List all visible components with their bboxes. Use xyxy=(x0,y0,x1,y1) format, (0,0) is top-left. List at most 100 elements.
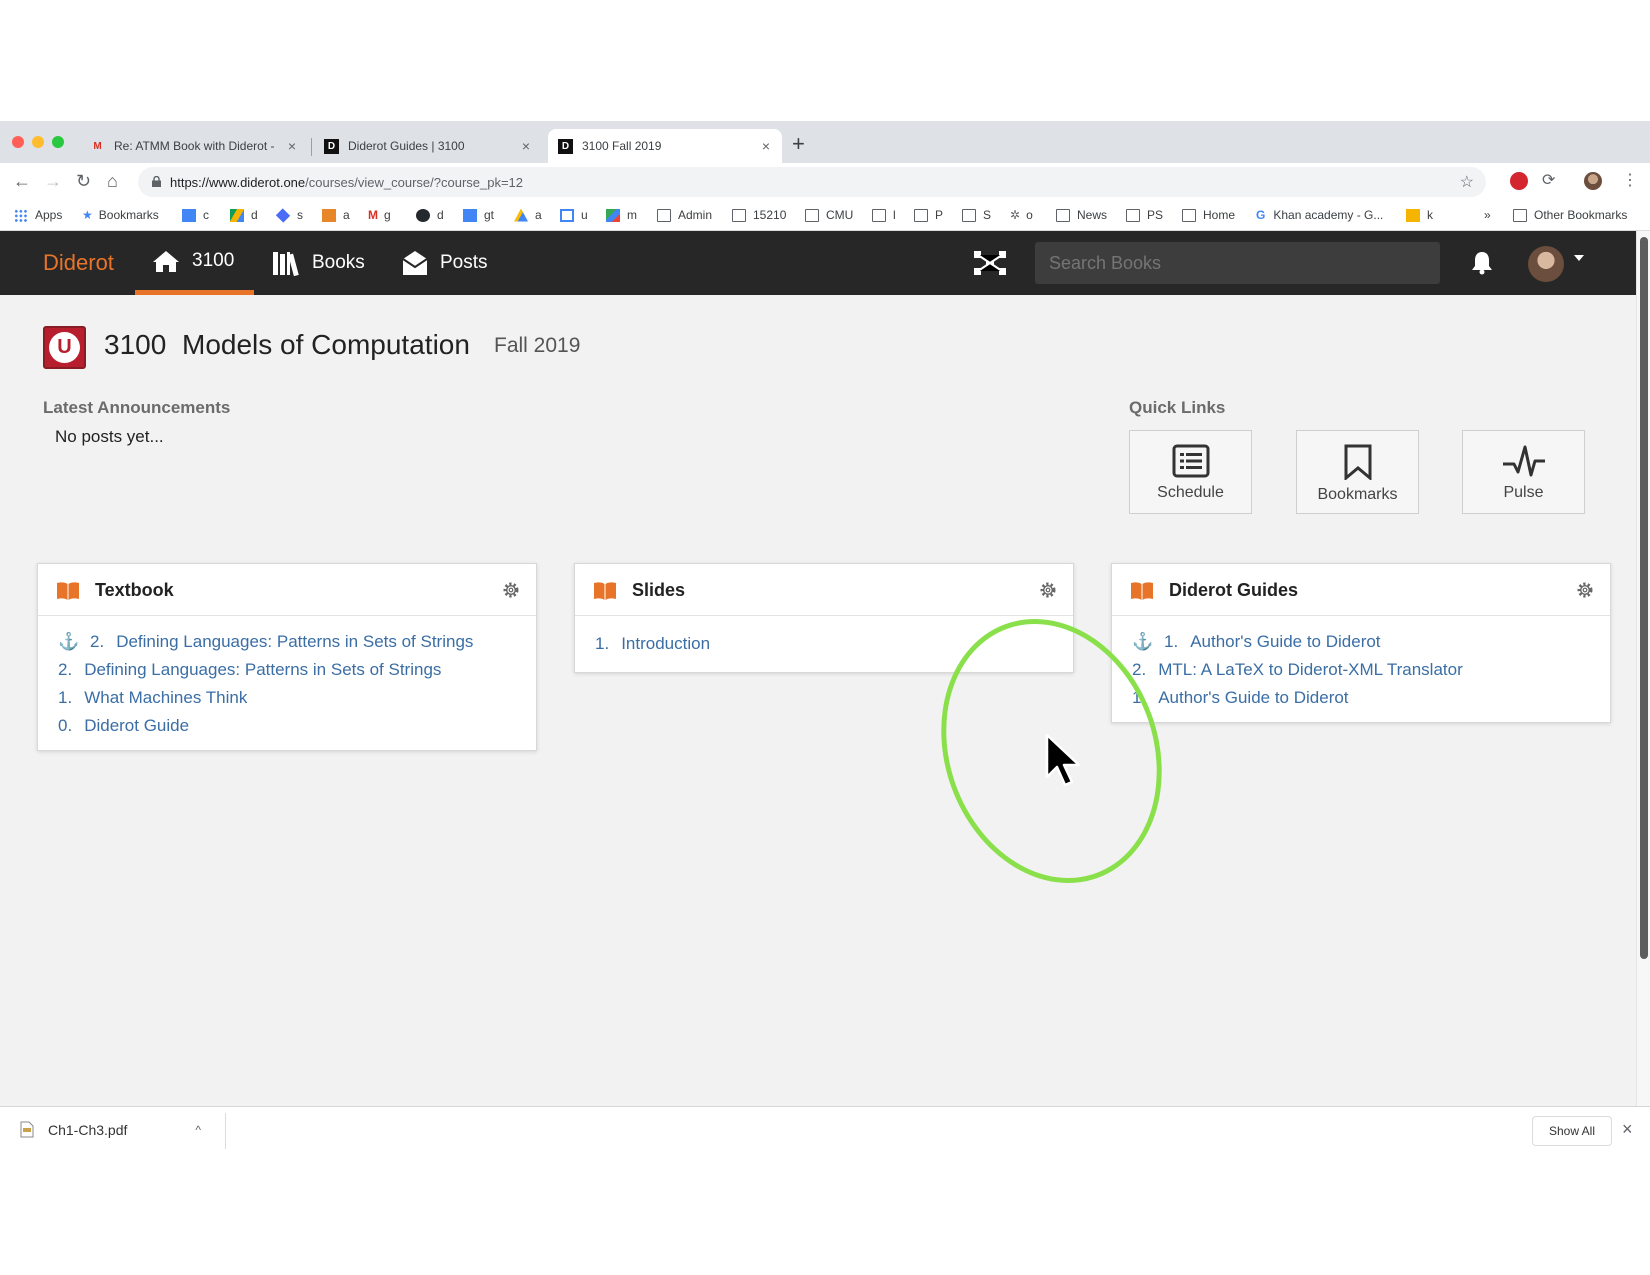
new-tab-button[interactable]: + xyxy=(792,133,805,155)
card-link[interactable]: 1. Author's Guide to Diderot xyxy=(1112,684,1610,712)
chevron-up-icon[interactable]: ^ xyxy=(195,1123,201,1137)
folder-icon xyxy=(805,208,819,222)
card-link[interactable]: 2. Defining Languages: Patterns in Sets o… xyxy=(38,656,536,684)
nav-course-home[interactable]: 3100 xyxy=(135,231,254,295)
sync-icon[interactable]: ⟳ xyxy=(1542,171,1555,191)
minimize-window-button[interactable] xyxy=(32,136,44,148)
address-bar[interactable]: https://www.diderot.one/courses/view_cou… xyxy=(138,167,1486,197)
bookmark-home[interactable]: Home xyxy=(1182,208,1235,222)
show-all-downloads-button[interactable]: Show All xyxy=(1532,1116,1612,1146)
back-arrow-icon[interactable]: ← xyxy=(13,171,31,191)
bookmarks-overflow-button[interactable]: » xyxy=(1484,208,1491,222)
nav-books[interactable]: Books xyxy=(272,231,365,295)
bookmark-m[interactable]: m xyxy=(606,208,637,222)
bookmark-label: Home xyxy=(1203,208,1236,222)
tab-close-icon[interactable]: × xyxy=(516,138,536,154)
package-icon xyxy=(322,208,336,222)
tab-close-icon[interactable]: × xyxy=(756,138,776,154)
diderot-icon: D xyxy=(558,138,573,154)
browser-menu-icon[interactable]: ⋮ xyxy=(1622,171,1638,191)
card-link[interactable]: 2. MTL: A LaTeX to Diderot-XML Translator xyxy=(1112,656,1610,684)
announcements-heading: Latest Announcements xyxy=(43,398,231,417)
quick-link-bookmarks[interactable]: Bookmarks xyxy=(1296,430,1419,514)
card-link[interactable]: 1. What Machines Think xyxy=(38,684,536,712)
bookmark-g[interactable]: Mg xyxy=(368,208,391,222)
card-link[interactable]: 1. Introduction xyxy=(575,630,1073,658)
bookmark-cmu[interactable]: CMU xyxy=(805,208,853,222)
bookmark-p[interactable]: P xyxy=(914,208,943,222)
bookmark-news[interactable]: News xyxy=(1056,208,1107,222)
bookmark-u[interactable]: u xyxy=(560,208,588,222)
gear-icon[interactable] xyxy=(1039,581,1057,599)
scrollbar-thumb[interactable] xyxy=(1640,237,1648,959)
bookmark-15210[interactable]: 15210 xyxy=(732,208,786,222)
bookmark-l[interactable]: l xyxy=(872,208,896,222)
nav-posts[interactable]: Posts xyxy=(402,231,488,295)
user-avatar[interactable] xyxy=(1528,246,1564,282)
bookmark-c[interactable]: c xyxy=(182,208,209,222)
gmail-icon: M xyxy=(368,208,378,222)
pulse-icon xyxy=(1502,445,1545,477)
bookmark-gt[interactable]: gt xyxy=(463,208,494,222)
close-icon[interactable]: × xyxy=(1622,1119,1633,1140)
quick-link-pulse[interactable]: Pulse xyxy=(1462,430,1585,514)
bookmark-admin[interactable]: Admin xyxy=(657,208,712,222)
bookmark-d[interactable]: d xyxy=(230,208,258,222)
bookmark-s[interactable]: s xyxy=(275,207,303,223)
adblock-icon[interactable] xyxy=(1510,172,1528,190)
bookmark-label: g xyxy=(384,208,391,222)
close-window-button[interactable] xyxy=(12,136,24,148)
network-graph-icon[interactable] xyxy=(974,251,1006,275)
quick-link-schedule[interactable]: Schedule xyxy=(1129,430,1252,514)
bookmark-a[interactable]: a xyxy=(322,208,350,222)
home-browser-icon[interactable]: ⌂ xyxy=(107,171,118,191)
open-book-icon xyxy=(57,582,79,600)
bookmark-d2[interactable]: d xyxy=(416,208,444,222)
brand-logo[interactable]: Diderot xyxy=(43,250,114,276)
item-number: 1. xyxy=(1132,688,1147,707)
announcements-empty: No posts yet... xyxy=(55,427,164,446)
download-bar: Ch1-Ch3.pdf ^ Show All × xyxy=(0,1106,1650,1154)
bookmark-s2[interactable]: S xyxy=(962,208,991,222)
card-link[interactable]: ⚓ 2. Defining Languages: Patterns in Sets … xyxy=(38,628,536,656)
reload-icon[interactable]: ↻ xyxy=(76,171,91,191)
card-link[interactable]: ⚓ 1. Author's Guide to Diderot xyxy=(1112,628,1610,656)
gear-icon[interactable] xyxy=(1576,581,1594,599)
diderot-icon: D xyxy=(324,138,339,154)
profile-icon[interactable] xyxy=(1584,172,1602,190)
bookmark-o[interactable]: ✲ o xyxy=(1010,208,1033,222)
tab-close-icon[interactable]: × xyxy=(282,138,302,154)
tab-title: Diderot Guides | 3100 xyxy=(348,139,465,153)
download-item[interactable]: Ch1-Ch3.pdf ^ xyxy=(20,1121,201,1138)
lock-icon xyxy=(152,176,161,187)
bookmark-star-icon[interactable]: ☆ xyxy=(1460,172,1474,192)
item-number: 0. xyxy=(58,716,73,735)
card-textbook: Textbook ⚓ 2. Defining Languages: Patterns… xyxy=(37,563,537,751)
bookmark-other[interactable]: Other Bookmarks xyxy=(1513,208,1627,222)
card-link[interactable]: 0. Diderot Guide xyxy=(38,712,536,740)
bookmark-k[interactable]: k xyxy=(1406,208,1433,222)
bookmark-a2[interactable]: a xyxy=(514,208,542,222)
bookmark-label: CMU xyxy=(826,208,854,222)
bookmark-bookmarks[interactable]: ★ Bookmarks xyxy=(82,208,159,222)
bookmark-ps[interactable]: PS xyxy=(1126,208,1163,222)
card-body: 1. Introduction xyxy=(575,616,1073,672)
books-icon xyxy=(273,252,299,276)
page-scrollbar[interactable] xyxy=(1636,231,1650,1154)
chevron-down-icon[interactable] xyxy=(1574,255,1584,261)
overflow-chevron: » xyxy=(1484,208,1491,222)
maximize-window-button[interactable] xyxy=(52,136,64,148)
tab-title: 3100 Fall 2019 xyxy=(582,139,662,153)
bookmark-apps[interactable]: Apps xyxy=(14,208,62,222)
tab-3100-fall-2019[interactable]: D 3100 Fall 2019 × xyxy=(548,129,782,163)
bell-icon[interactable] xyxy=(1471,251,1493,275)
download-divider xyxy=(225,1113,226,1149)
tab-diderot-guides[interactable]: D Diderot Guides | 3100 × xyxy=(314,129,542,163)
forward-arrow-icon[interactable]: → xyxy=(44,171,62,191)
url-path: /courses/view_course/?course_pk=12 xyxy=(305,175,524,190)
tab-gmail[interactable]: M Re: ATMM Book with Diderot - × xyxy=(80,129,308,163)
bookmark-khan[interactable]: G Khan academy - G... xyxy=(1256,208,1383,222)
gear-icon[interactable] xyxy=(502,581,520,599)
window-icon xyxy=(560,208,574,222)
search-books-input[interactable] xyxy=(1035,242,1440,284)
